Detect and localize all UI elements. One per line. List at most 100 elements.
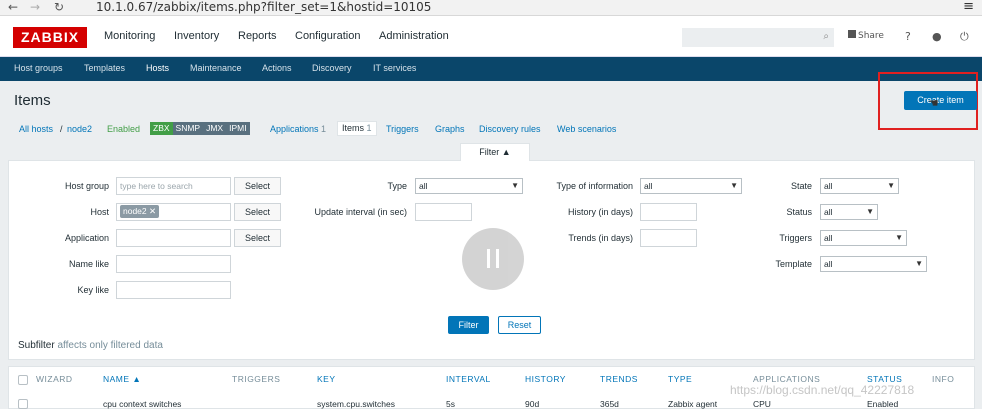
update-interval-input[interactable] xyxy=(415,203,472,221)
share-icon xyxy=(848,30,856,38)
reload-icon[interactable]: ↻ xyxy=(54,0,64,14)
pause-overlay-icon[interactable] xyxy=(462,228,524,290)
type-of-info-value: all xyxy=(644,181,653,191)
triggers-select[interactable]: all ▼ xyxy=(820,230,907,246)
chevron-down-icon: ▼ xyxy=(887,181,895,190)
type-of-info-select[interactable]: all ▼ xyxy=(640,178,742,194)
host-chip-label: node2 xyxy=(123,206,147,216)
col-history[interactable]: HISTORY xyxy=(525,374,566,384)
triggers-value: all xyxy=(824,233,833,243)
host-chip: node2 ✕ xyxy=(120,205,160,218)
chevron-down-icon: ▼ xyxy=(895,233,903,242)
nav-reports[interactable]: Reports xyxy=(238,30,277,42)
col-triggers: TRIGGERS xyxy=(232,374,281,384)
col-key[interactable]: KEY xyxy=(317,374,336,384)
col-name[interactable]: NAME ▲ xyxy=(103,374,141,384)
col-type[interactable]: TYPE xyxy=(668,374,692,384)
subnav-maintenance[interactable]: Maintenance xyxy=(190,63,242,73)
help-icon[interactable]: ? xyxy=(905,30,911,43)
subnav-templates[interactable]: Templates xyxy=(84,63,125,73)
application-select-button[interactable]: Select xyxy=(234,229,281,247)
host-group-select-button[interactable]: Select xyxy=(234,177,281,195)
history-label: History (in days) xyxy=(567,207,633,217)
template-label: Template xyxy=(775,259,812,269)
state-select[interactable]: all ▼ xyxy=(820,178,899,194)
nav-administration[interactable]: Administration xyxy=(379,30,449,42)
host-group-label: Host group xyxy=(64,181,109,191)
top-navigation: ZABBIX Monitoring Inventory Reports Conf… xyxy=(0,16,982,57)
nav-monitoring[interactable]: Monitoring xyxy=(104,30,155,42)
global-search-input[interactable]: ⌕ xyxy=(682,28,834,47)
breadcrumb-host[interactable]: node2 xyxy=(67,124,92,134)
filter-reset-button[interactable]: Reset xyxy=(498,316,541,334)
row-checkbox[interactable] xyxy=(18,399,28,409)
col-info: INFO xyxy=(932,374,955,384)
template-select[interactable]: all ▼ xyxy=(820,256,927,272)
row-status[interactable]: Enabled xyxy=(867,399,898,409)
breadcrumb-all-hosts[interactable]: All hosts xyxy=(19,124,53,134)
subnav-hosts[interactable]: Hosts xyxy=(146,63,169,73)
application-label: Application xyxy=(64,233,109,243)
link-triggers[interactable]: Triggers xyxy=(386,124,419,134)
browser-menu-icon[interactable]: ≡ xyxy=(963,0,974,14)
col-interval[interactable]: INTERVAL xyxy=(446,374,491,384)
back-icon[interactable]: ← xyxy=(8,0,18,14)
user-profile-icon[interactable]: ● xyxy=(932,30,942,43)
link-graphs[interactable]: Graphs xyxy=(435,124,465,134)
select-all-checkbox[interactable] xyxy=(18,375,28,385)
search-icon[interactable]: ⌕ xyxy=(823,31,829,42)
host-group-input[interactable]: type here to search xyxy=(116,177,231,195)
nav-configuration[interactable]: Configuration xyxy=(295,30,360,42)
share-link[interactable]: Share xyxy=(848,30,884,41)
status-select[interactable]: all ▼ xyxy=(820,204,878,220)
subnav-actions[interactable]: Actions xyxy=(262,63,292,73)
sub-navigation: Host groups Templates Hosts Maintenance … xyxy=(0,57,982,81)
tag-zbx: ZBX xyxy=(150,122,173,135)
type-of-info-label: Type of information xyxy=(556,181,633,191)
watermark: https://blog.csdn.net/qq_42227818 xyxy=(730,383,915,397)
chevron-down-icon: ▼ xyxy=(511,181,519,190)
subnav-it-services[interactable]: IT services xyxy=(373,63,416,73)
zabbix-logo[interactable]: ZABBIX xyxy=(13,27,87,48)
status-value: all xyxy=(824,207,833,217)
name-like-label: Name like xyxy=(68,259,109,269)
sign-out-icon[interactable]: ⏻ xyxy=(960,30,969,44)
link-web-scenarios[interactable]: Web scenarios xyxy=(557,124,616,134)
type-label: Type xyxy=(387,181,407,191)
row-trends: 365d xyxy=(600,399,619,409)
link-discovery-rules[interactable]: Discovery rules xyxy=(479,124,541,134)
state-label: State xyxy=(790,181,812,191)
col-trends[interactable]: TRENDS xyxy=(600,374,638,384)
subfilter-note: affects only filtered data xyxy=(57,340,163,351)
chip-close-icon[interactable]: ✕ xyxy=(149,206,156,216)
row-name-link[interactable]: cpu context switches xyxy=(103,399,181,409)
row-history: 90d xyxy=(525,399,540,409)
forward-icon[interactable]: → xyxy=(30,0,40,14)
host-select-button[interactable]: Select xyxy=(234,203,281,221)
tab-items[interactable]: Items 1 xyxy=(337,121,377,136)
chevron-down-icon: ▼ xyxy=(915,259,923,268)
key-like-input[interactable] xyxy=(116,281,231,299)
subnav-host-groups[interactable]: Host groups xyxy=(14,63,63,73)
create-item-button[interactable]: Create item xyxy=(904,91,977,110)
nav-inventory[interactable]: Inventory xyxy=(174,30,219,42)
browser-bar: ← → ↻ 10.1.0.67/zabbix/items.php?filter_… xyxy=(0,0,982,16)
name-like-input[interactable] xyxy=(116,255,231,273)
history-input[interactable] xyxy=(640,203,697,221)
type-select[interactable]: all ▼ xyxy=(415,178,523,194)
subnav-discovery[interactable]: Discovery xyxy=(312,63,352,73)
applications-count: 1 xyxy=(321,124,327,134)
row-type: Zabbix agent xyxy=(668,399,718,409)
host-status[interactable]: Enabled xyxy=(107,124,140,134)
application-input[interactable] xyxy=(116,229,231,247)
filter-toggle-tab[interactable]: Filter ▲ xyxy=(460,143,530,161)
chevron-down-icon: ▼ xyxy=(866,207,874,216)
link-applications[interactable]: Applications 1 xyxy=(270,124,326,134)
items-count: 1 xyxy=(366,123,372,133)
trends-input[interactable] xyxy=(640,229,697,247)
chevron-down-icon: ▼ xyxy=(730,181,738,190)
type-value: all xyxy=(419,181,428,191)
filter-apply-button[interactable]: Filter xyxy=(448,316,489,334)
availability-tags: ZBX SNMP JMX IPMI xyxy=(150,122,250,135)
address-bar[interactable]: 10.1.0.67/zabbix/items.php?filter_set=1&… xyxy=(96,0,431,14)
